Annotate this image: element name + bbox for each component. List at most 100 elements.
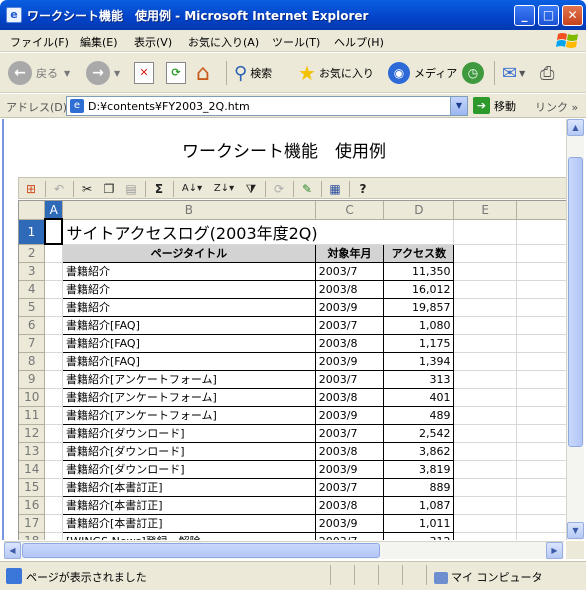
column-header-d[interactable]: D [383, 201, 455, 220]
cell[interactable] [44, 532, 63, 540]
office-logo-icon[interactable]: ⊞ [23, 181, 39, 197]
header-page-title[interactable]: ページタイトル [61, 243, 316, 263]
help-icon[interactable]: ? [355, 181, 371, 197]
cell[interactable] [516, 442, 566, 461]
close-button[interactable]: ✕ [562, 5, 583, 26]
horizontal-scrollbar[interactable]: ◀ ▶ [4, 541, 564, 559]
favorites-button[interactable]: ★ お気に入り [298, 58, 374, 88]
header-access-count[interactable]: アクセス数 [383, 243, 455, 263]
refresh-button[interactable]: ⟳ [166, 58, 186, 88]
month-cell[interactable]: 2003/7 [314, 424, 385, 443]
cell[interactable] [453, 262, 517, 281]
cell[interactable] [516, 352, 566, 371]
scroll-left-icon[interactable]: ◀ [4, 542, 21, 559]
access-count-cell[interactable]: 1,175 [383, 334, 455, 353]
month-cell[interactable]: 2003/9 [314, 514, 385, 533]
month-cell[interactable]: 2003/8 [314, 496, 385, 515]
column-header-blank[interactable] [516, 201, 566, 220]
month-cell[interactable]: 2003/8 [314, 442, 385, 461]
cell[interactable] [453, 478, 517, 497]
scroll-right-icon[interactable]: ▶ [546, 542, 563, 559]
sort-ascending-icon[interactable]: A↓▾ [179, 181, 205, 197]
vertical-scroll-thumb[interactable] [568, 157, 583, 447]
column-header-e[interactable]: E [453, 201, 517, 220]
horizontal-scroll-thumb[interactable] [22, 543, 380, 558]
cut-icon[interactable]: ✂ [79, 181, 95, 197]
cell[interactable] [453, 352, 517, 371]
page-title-cell[interactable]: 書籍紹介[本書訂正] [61, 496, 316, 515]
row-header[interactable]: 10 [19, 388, 46, 407]
menu-favorites[interactable]: お気に入り(A) [188, 34, 259, 50]
row-header[interactable]: 7 [19, 334, 46, 353]
cell[interactable] [516, 280, 566, 299]
access-count-cell[interactable]: 1,080 [383, 316, 455, 335]
row-header[interactable]: 14 [19, 460, 46, 479]
cell[interactable] [453, 424, 517, 443]
cell[interactable] [516, 496, 566, 515]
commands-options-icon[interactable]: ▦ [327, 181, 343, 197]
month-cell[interactable]: 2003/7 [314, 316, 385, 335]
cell[interactable] [453, 406, 517, 425]
month-cell[interactable]: 2003/8 [314, 280, 385, 299]
access-count-cell[interactable]: 489 [383, 406, 455, 425]
cell[interactable] [453, 280, 517, 299]
page-title-cell[interactable]: 書籍紹介[アンケートフォーム] [61, 406, 316, 425]
cell[interactable] [453, 388, 517, 407]
active-cell-a1[interactable] [43, 218, 64, 245]
column-header-c[interactable]: C [315, 201, 385, 220]
refresh-data-icon[interactable]: ⟳ [271, 181, 287, 197]
cell[interactable] [516, 316, 566, 335]
month-cell[interactable]: 2003/9 [314, 352, 385, 371]
access-count-cell[interactable]: 401 [383, 388, 455, 407]
page-title-cell[interactable]: 書籍紹介[本書訂正] [61, 478, 316, 497]
forward-button[interactable]: → ▼ [86, 58, 120, 88]
row-header[interactable]: 9 [19, 370, 46, 389]
access-count-cell[interactable]: 3,819 [383, 460, 455, 479]
cell[interactable] [44, 460, 63, 479]
cell[interactable] [44, 316, 63, 335]
row-header[interactable]: 2 [19, 244, 46, 263]
cell[interactable] [453, 316, 517, 335]
cell[interactable] [44, 334, 63, 353]
minimize-button[interactable]: _ [514, 5, 535, 26]
cell[interactable] [44, 478, 63, 497]
home-button[interactable]: ⌂ [196, 58, 210, 88]
access-count-cell[interactable]: 19,857 [383, 298, 455, 317]
cell[interactable] [516, 532, 566, 540]
row-header[interactable]: 11 [19, 406, 46, 425]
print-button[interactable]: ⎙ [540, 58, 554, 88]
mail-button[interactable]: ✉ ▼ [502, 58, 525, 88]
access-count-cell[interactable]: 11,350 [383, 262, 455, 281]
autosum-icon[interactable]: Σ [151, 181, 167, 197]
cell[interactable] [516, 334, 566, 353]
month-cell[interactable]: 2003/7 [314, 478, 385, 497]
cell[interactable] [516, 406, 566, 425]
access-count-cell[interactable]: 1,087 [383, 496, 455, 515]
cell[interactable] [516, 460, 566, 479]
month-cell[interactable]: 2003/7 [314, 532, 385, 540]
sheet-title[interactable]: サイトアクセスログ(2003年度2Q) [62, 219, 455, 245]
scroll-down-icon[interactable]: ▼ [567, 522, 584, 539]
menu-tools[interactable]: ツール(T) [272, 34, 320, 50]
stop-button[interactable]: ✕ [134, 58, 154, 88]
page-title-cell[interactable]: 書籍紹介[ダウンロード] [61, 424, 316, 443]
cell[interactable] [453, 219, 517, 245]
page-title-cell[interactable]: 書籍紹介[FAQ] [61, 352, 316, 371]
history-button[interactable]: ◷ [462, 58, 484, 88]
row-header[interactable]: 12 [19, 424, 46, 443]
cell[interactable] [453, 370, 517, 389]
cell[interactable] [44, 496, 63, 515]
go-button[interactable]: ➔ 移動 [473, 97, 516, 114]
cell[interactable] [516, 388, 566, 407]
page-title-cell[interactable]: 書籍紹介 [61, 280, 316, 299]
page-title-cell[interactable]: 書籍紹介[ダウンロード] [61, 460, 316, 479]
cell[interactable] [516, 262, 566, 281]
menu-file[interactable]: ファイル(F) [10, 34, 69, 50]
cell[interactable] [44, 406, 63, 425]
access-count-cell[interactable]: 3,862 [383, 442, 455, 461]
cell[interactable] [44, 352, 63, 371]
column-header-b[interactable]: B [62, 201, 316, 220]
access-count-cell[interactable]: 313 [383, 370, 455, 389]
page-title-cell[interactable]: 書籍紹介[本書訂正] [61, 514, 316, 533]
links-button[interactable]: リンク » [535, 99, 578, 115]
